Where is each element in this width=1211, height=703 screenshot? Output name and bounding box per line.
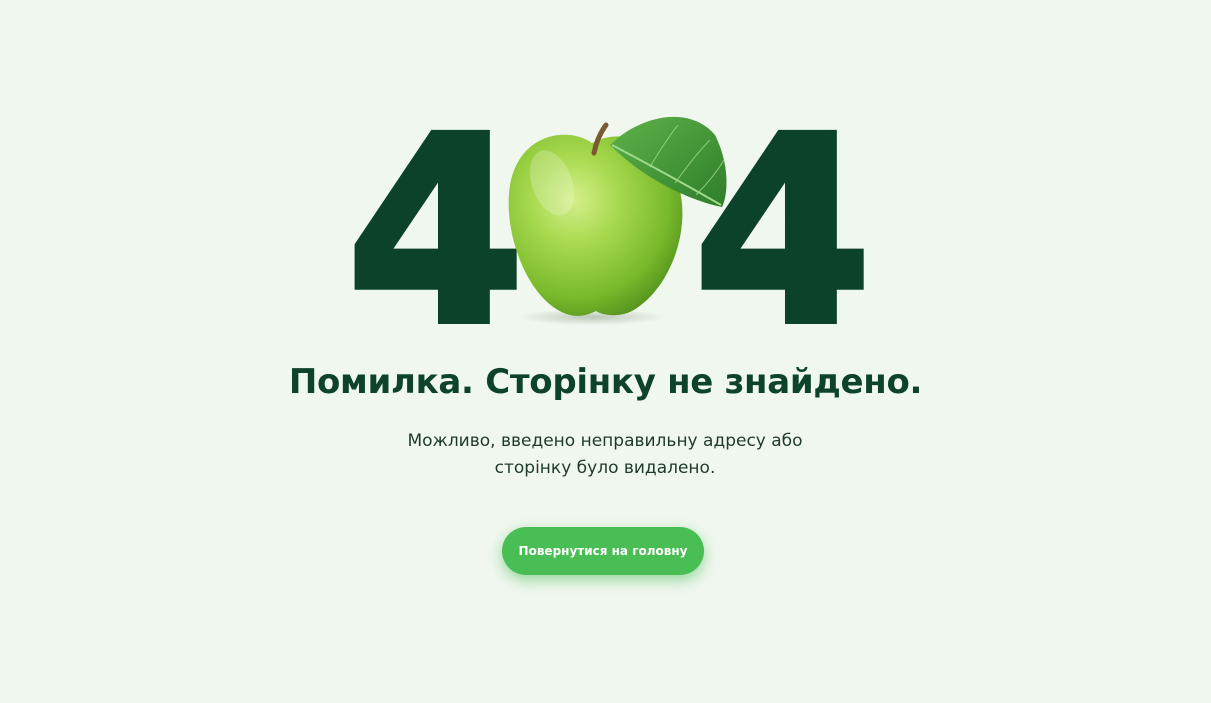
error-title: Помилка. Сторінку не знайдено. [288,362,923,402]
error-description-line-2: сторінку було видалено. [494,458,716,478]
error-description-line-1: Можливо, введено неправильну адресу або [407,431,803,451]
back-to-home-button[interactable]: Повернутися на головну [502,527,704,575]
error-404-graphic: 4 4 [340,95,876,364]
digit-four-left: 4 [343,82,529,382]
digit-four-right: 4 [690,82,876,382]
error-description: Можливо, введено неправильну адресу або … [355,428,855,482]
